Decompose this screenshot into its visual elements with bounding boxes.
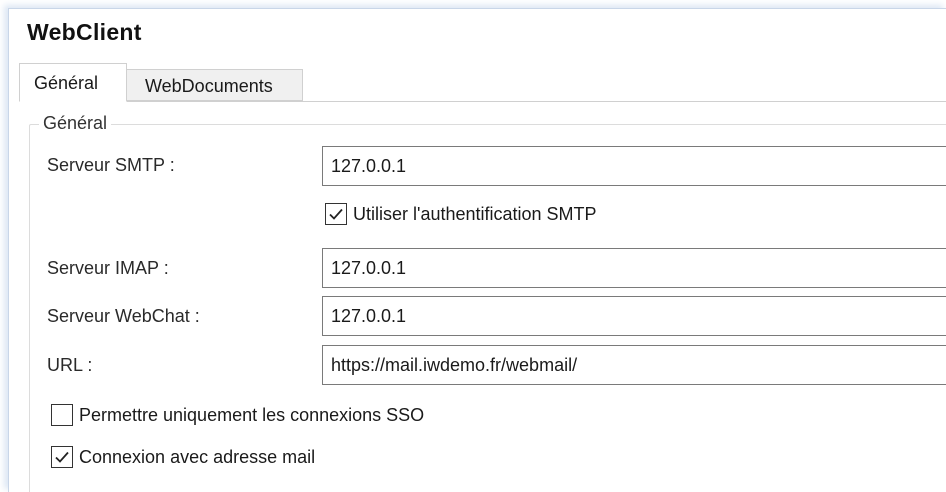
- checkmark-icon: [329, 208, 343, 220]
- smtp-auth-label: Utiliser l'authentification SMTP: [353, 203, 597, 224]
- tab-webdocuments[interactable]: WebDocuments: [127, 69, 303, 101]
- url-input[interactable]: https://mail.iwdemo.fr/webmail/: [322, 345, 946, 385]
- smtp-server-label: Serveur SMTP :: [47, 155, 175, 175]
- webchat-server-input[interactable]: 127.0.0.1: [322, 296, 946, 336]
- login-email-checkbox[interactable]: [51, 446, 73, 468]
- tab-divider: [19, 101, 946, 102]
- window-title: WebClient: [27, 19, 142, 45]
- smtp-auth-checkbox[interactable]: [325, 203, 347, 225]
- tab-general[interactable]: Général: [19, 63, 127, 102]
- tab-strip: Général WebDocuments: [19, 63, 946, 102]
- imap-server-label: Serveur IMAP :: [47, 258, 169, 278]
- smtp-auth-option[interactable]: Utiliser l'authentification SMTP: [325, 203, 597, 225]
- url-label: URL :: [47, 355, 93, 375]
- imap-server-input[interactable]: 127.0.0.1: [322, 248, 946, 288]
- checkmark-icon: [55, 451, 69, 463]
- smtp-server-input[interactable]: 127.0.0.1: [322, 146, 946, 186]
- sso-only-checkbox[interactable]: [51, 404, 73, 426]
- webchat-server-label: Serveur WebChat :: [47, 306, 200, 326]
- groupbox-title: Général: [39, 113, 112, 134]
- login-email-option[interactable]: Connexion avec adresse mail: [51, 446, 315, 468]
- login-email-label: Connexion avec adresse mail: [79, 446, 316, 467]
- webclient-window: WebClient Général WebDocuments Général S…: [8, 8, 946, 492]
- sso-only-option[interactable]: Permettre uniquement les connexions SSO: [51, 404, 424, 426]
- sso-only-label: Permettre uniquement les connexions SSO: [79, 404, 425, 425]
